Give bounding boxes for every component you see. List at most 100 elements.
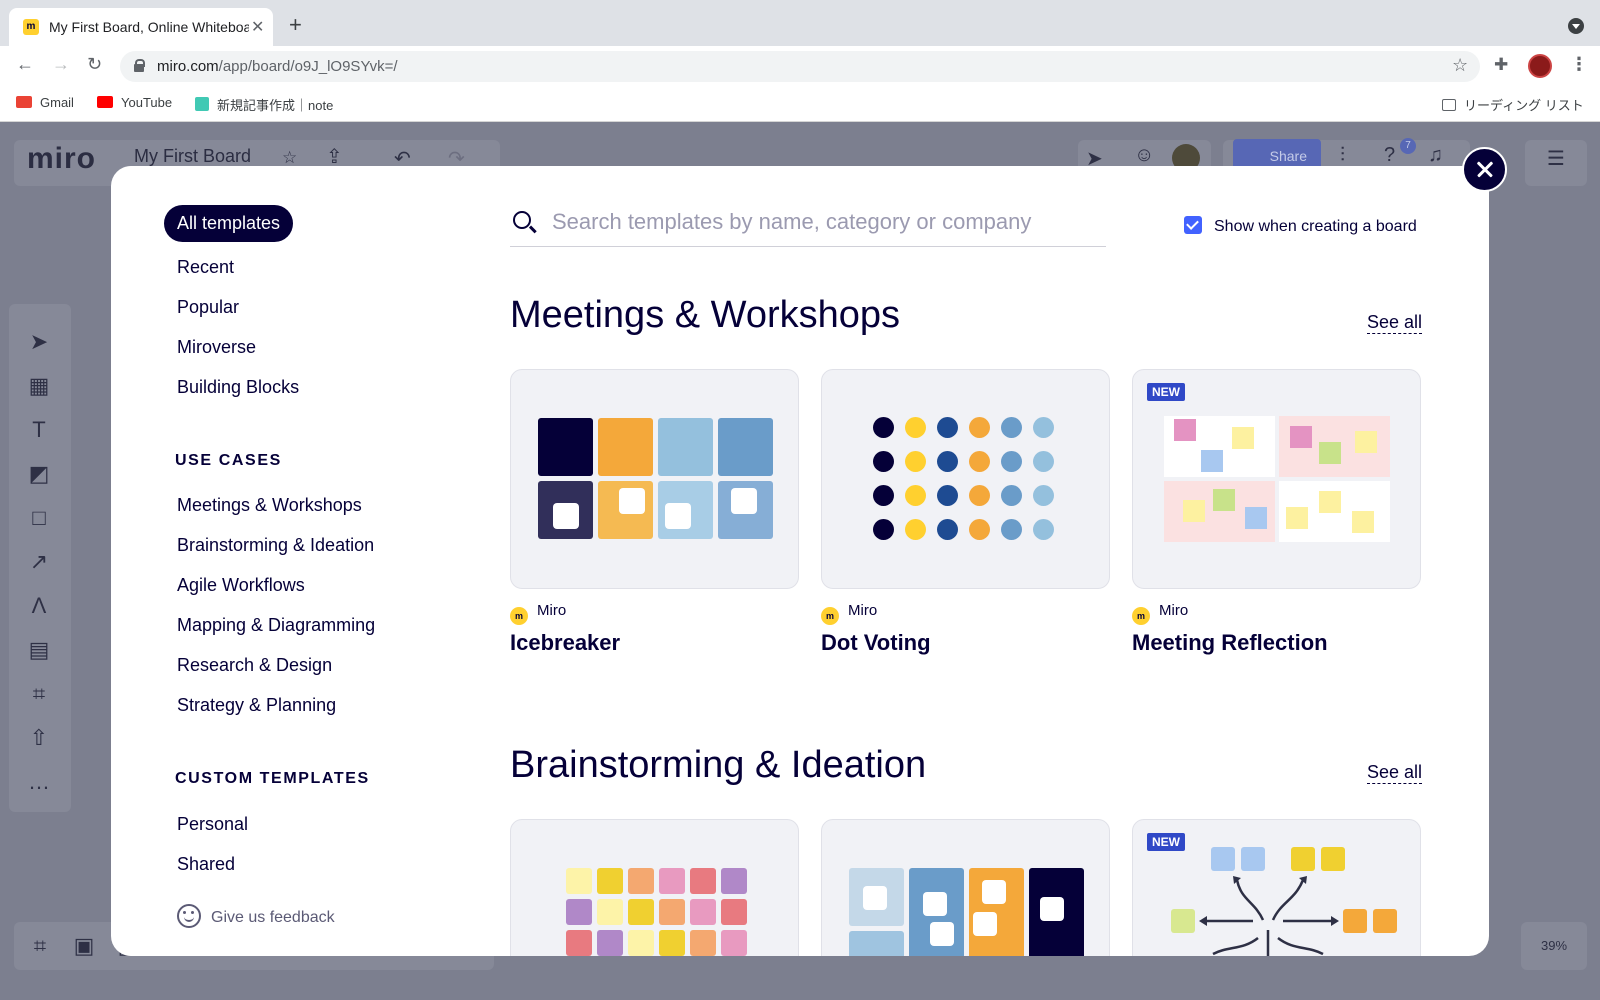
card-title-meeting-reflection[interactable]: Meeting Reflection — [1132, 630, 1328, 656]
template-card-dot-voting[interactable] — [821, 369, 1110, 589]
add-reaction-icon[interactable]: ☺ — [1134, 144, 1154, 167]
reading-list[interactable]: リーディング リスト — [1442, 95, 1584, 114]
give-feedback-link[interactable]: Give us feedback — [177, 904, 335, 928]
thumb-sticky — [659, 899, 685, 925]
browser-menu-icon[interactable]: ⋮ — [1570, 54, 1588, 75]
thumb-dot — [905, 485, 926, 506]
template-card-meeting-reflection[interactable]: NEW — [1132, 369, 1421, 589]
card-title-icebreaker[interactable]: Icebreaker — [510, 630, 620, 656]
presentation-icon[interactable]: ▣ — [72, 934, 96, 958]
nav-strategy-planning[interactable]: Strategy & Planning — [177, 695, 336, 716]
nav-mapping-diagramming[interactable]: Mapping & Diagramming — [177, 615, 375, 636]
thumb-sticky — [659, 868, 685, 894]
notes-icon[interactable]: ☰ — [1547, 146, 1565, 171]
thumb-sticky — [1286, 507, 1308, 529]
nav-shared[interactable]: Shared — [177, 854, 235, 875]
nav-agile-workflows[interactable]: Agile Workflows — [177, 575, 305, 596]
settings-sliders-icon[interactable]: ⫶ — [1340, 144, 1345, 167]
browser-tab[interactable]: m My First Board, Online Whiteboard ✕ — [9, 8, 273, 46]
sticky-note-icon[interactable]: ◩ — [27, 462, 51, 486]
upload-icon[interactable]: ⇧ — [27, 726, 51, 750]
thumb-note — [982, 880, 1006, 904]
thumb-sticky — [690, 868, 716, 894]
thumb-note — [665, 503, 691, 529]
nav-personal[interactable]: Personal — [177, 814, 248, 835]
bookmark-youtube[interactable]: YouTube — [97, 95, 172, 110]
bookmark-star-icon[interactable]: ☆ — [1452, 55, 1468, 76]
extensions-icon[interactable]: ✚ — [1494, 55, 1508, 75]
thumb-sticky — [1201, 450, 1223, 472]
template-card-brainstorm-grid[interactable] — [510, 819, 799, 956]
template-card-mind-map[interactable]: NEW — [1132, 819, 1421, 956]
show-when-creating-toggle[interactable]: Show when creating a board — [1184, 216, 1417, 236]
nav-brainstorming-ideation[interactable]: Brainstorming & Ideation — [177, 535, 374, 556]
tab-close-icon[interactable]: ✕ — [251, 17, 264, 37]
thumb-dot — [873, 451, 894, 472]
bookmark-note[interactable]: 新規記事作成｜note — [195, 95, 333, 114]
favorite-star-icon[interactable]: ☆ — [282, 148, 297, 168]
thumb-dot — [969, 485, 990, 506]
templates-icon[interactable]: ▦ — [27, 374, 51, 398]
connection-line-icon[interactable]: ↗ — [27, 550, 51, 574]
thumb-dot — [905, 519, 926, 540]
thumb-dot — [1033, 417, 1054, 438]
section-title-meetings: Meetings & Workshops — [510, 294, 901, 336]
nav-recent[interactable]: Recent — [177, 257, 234, 278]
thumb-tile — [658, 418, 713, 476]
template-card-brainstorm-columns[interactable] — [821, 819, 1110, 956]
comment-icon[interactable]: ▤ — [27, 638, 51, 662]
text-icon[interactable]: T — [27, 418, 51, 442]
nav-popular[interactable]: Popular — [177, 297, 239, 318]
nav-research-design[interactable]: Research & Design — [177, 655, 332, 676]
thumb-sticky — [1245, 507, 1267, 529]
thumb-dot — [937, 519, 958, 540]
thumb-dot — [1001, 417, 1022, 438]
template-card-icebreaker[interactable] — [510, 369, 799, 589]
search-input[interactable] — [552, 205, 1102, 239]
thumb-sticky — [1213, 489, 1235, 511]
shape-icon[interactable]: □ — [27, 506, 51, 530]
card-title-dot-voting[interactable]: Dot Voting — [821, 630, 931, 656]
see-all-brainstorming-link[interactable]: See all — [1367, 762, 1423, 784]
thumb-dot — [905, 417, 926, 438]
notifications-bell-icon[interactable]: ♫ — [1428, 144, 1443, 167]
frames-icon[interactable]: ⌗ — [28, 934, 52, 958]
nav-all-templates[interactable]: All templates — [164, 205, 294, 242]
thumb-sticky — [1232, 427, 1254, 449]
forward-icon[interactable]: → — [52, 54, 70, 75]
thumb-dot — [873, 519, 894, 540]
help-icon[interactable]: ? — [1384, 144, 1395, 167]
bookmark-gmail[interactable]: Gmail — [16, 95, 74, 110]
thumb-dot — [1001, 519, 1022, 540]
thumb-sticky — [1355, 431, 1377, 453]
see-all-meetings-link[interactable]: See all — [1367, 312, 1423, 334]
profile-avatar[interactable] — [1528, 54, 1552, 78]
nav-miroverse[interactable]: Miroverse — [177, 337, 256, 358]
address-bar[interactable]: miro.com/app/board/o9J_lO9SYvk=/ ☆ — [120, 51, 1480, 82]
zoom-level[interactable]: 39% — [1521, 922, 1587, 970]
board-title[interactable]: My First Board — [134, 146, 251, 167]
back-icon[interactable]: ← — [16, 54, 34, 75]
thumb-dot — [1033, 485, 1054, 506]
new-tab-icon[interactable]: + — [289, 12, 302, 38]
reload-icon[interactable]: ↻ — [87, 54, 102, 75]
nav-building-blocks[interactable]: Building Blocks — [177, 377, 299, 398]
template-search — [510, 201, 1106, 247]
close-modal-button[interactable] — [1462, 147, 1507, 192]
tab-search-icon[interactable] — [1568, 18, 1584, 34]
note-icon — [195, 97, 209, 111]
frame-icon[interactable]: ⌗ — [27, 682, 51, 706]
nav-meetings-workshops[interactable]: Meetings & Workshops — [177, 495, 362, 516]
thumb-dot — [1001, 451, 1022, 472]
pen-icon[interactable]: Λ — [27, 594, 51, 618]
miro-favicon-icon: m — [23, 19, 39, 35]
tab-title: My First Board, Online Whiteboard — [49, 19, 249, 35]
thumb-sticky — [690, 899, 716, 925]
thumb-dot — [1033, 451, 1054, 472]
thumb-note — [973, 912, 997, 936]
thumb-sticky — [690, 930, 716, 956]
checkbox-checked[interactable] — [1184, 216, 1202, 234]
more-tools-icon[interactable]: … — [27, 770, 51, 794]
select-cursor-icon[interactable]: ➤ — [27, 330, 51, 354]
thumb-dot — [1033, 519, 1054, 540]
